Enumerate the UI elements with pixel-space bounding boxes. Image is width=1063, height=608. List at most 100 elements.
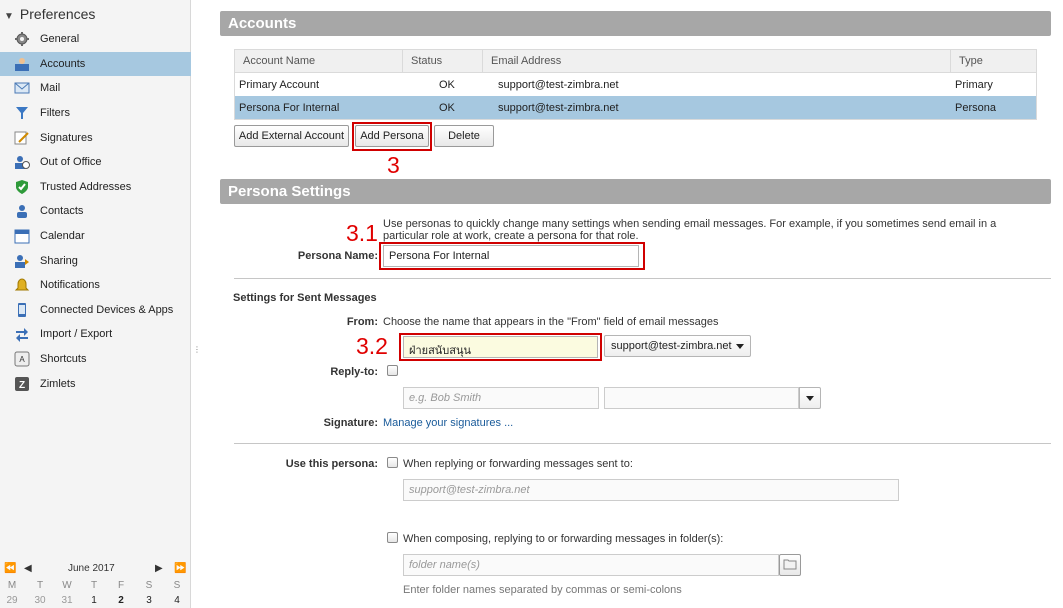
sidebar-item-shortcuts[interactable]: A Shortcuts xyxy=(0,347,191,372)
weekday-label: M xyxy=(7,580,17,591)
accounts-icon xyxy=(14,56,30,72)
sidebar-item-connected-devices[interactable]: Connected Devices & Apps xyxy=(0,298,191,323)
when-replying-text: When replying or forwarding messages sen… xyxy=(403,458,633,470)
calendar-day[interactable]: 31 xyxy=(57,595,77,606)
sidebar-item-accounts[interactable]: Accounts xyxy=(0,51,191,77)
calendar-day[interactable]: 1 xyxy=(84,595,104,606)
email-cell: support@test-zimbra.net xyxy=(498,78,619,91)
account-name-cell: Persona For Internal xyxy=(239,101,340,114)
add-external-account-button[interactable]: Add External Account xyxy=(234,125,349,147)
from-name-input[interactable]: ฝ่ายสนับสนุน xyxy=(403,336,598,358)
sidebar-item-calendar[interactable]: Calendar xyxy=(0,224,191,249)
mail-icon xyxy=(14,80,30,96)
reply-to-label: Reply-to: xyxy=(330,366,378,378)
sidebar-item-label: Signatures xyxy=(40,131,93,144)
folder-icon xyxy=(783,558,797,573)
annotation-step-3-2: 3.2 xyxy=(356,333,388,359)
annotation-step-3-1: 3.1 xyxy=(346,220,378,246)
svg-text:Z: Z xyxy=(19,380,25,391)
folder-names-input[interactable]: folder name(s) xyxy=(403,554,779,576)
calendar-day-today[interactable]: 2 xyxy=(111,595,131,606)
from-description: Choose the name that appears in the "Fro… xyxy=(383,316,719,328)
zimlet-icon: Z xyxy=(14,376,30,392)
when-composing-text: When composing, replying to or forwardin… xyxy=(403,533,724,545)
persona-settings-header: Persona Settings xyxy=(220,179,1051,204)
sent-messages-heading: Settings for Sent Messages xyxy=(233,292,377,304)
use-persona-label: Use this persona: xyxy=(285,458,378,470)
sidebar-item-import-export[interactable]: Import / Export xyxy=(0,322,191,347)
annotation-step-3: 3 xyxy=(387,152,400,178)
table-row-selected[interactable]: Persona For Internal OK support@test-zim… xyxy=(235,96,1036,119)
import-export-icon xyxy=(14,326,30,343)
column-header-email[interactable]: Email Address xyxy=(483,50,951,72)
filter-icon xyxy=(14,105,30,121)
accounts-section-header: Accounts xyxy=(220,11,1051,36)
calendar-icon xyxy=(14,228,30,244)
persona-name-input[interactable]: Persona For Internal xyxy=(383,245,639,267)
next-year-icon[interactable]: ⏩ xyxy=(174,563,186,574)
sidebar-item-zimlets[interactable]: Z Zimlets xyxy=(0,371,191,396)
prev-month-icon[interactable]: ◀ xyxy=(24,563,32,574)
persona-name-label: Persona Name: xyxy=(297,250,378,262)
column-header-account-name[interactable]: Account Name xyxy=(235,50,403,72)
from-address-select[interactable]: support@test-zimbra.net xyxy=(604,335,751,357)
sidebar-item-general[interactable]: General xyxy=(0,27,191,52)
sidebar-item-contacts[interactable]: Contacts xyxy=(0,199,191,224)
chevron-down-icon xyxy=(736,344,744,349)
sidebar-item-label: Mail xyxy=(40,82,61,95)
reply-to-address-input[interactable] xyxy=(604,387,799,409)
svg-text:A: A xyxy=(19,355,25,364)
signature-label: Signature: xyxy=(323,417,378,429)
sidebar-item-out-of-office[interactable]: Out of Office xyxy=(0,150,191,175)
out-of-office-icon xyxy=(14,154,30,170)
status-cell: OK xyxy=(439,101,455,114)
replying-address-input[interactable]: support@test-zimbra.net xyxy=(403,479,899,501)
calendar-day[interactable]: 4 xyxy=(167,595,187,606)
folder-browse-button[interactable] xyxy=(779,554,801,576)
sidebar-item-label: Accounts xyxy=(40,57,86,70)
sidebar-item-sharing[interactable]: Sharing xyxy=(0,248,191,273)
signature-icon xyxy=(14,130,30,146)
next-month-icon[interactable]: ▶ xyxy=(155,563,163,574)
weekday-label: F xyxy=(117,580,125,591)
delete-button[interactable]: Delete xyxy=(434,125,494,147)
calendar-day[interactable]: 3 xyxy=(139,595,159,606)
sidebar-item-mail[interactable]: Mail xyxy=(0,76,191,101)
add-persona-button[interactable]: Add Persona xyxy=(355,125,429,147)
mini-calendar: ⏪ ◀ June 2017 ▶ ⏩ M T W T F S S 29 30 31… xyxy=(0,560,191,608)
manage-signatures-link[interactable]: Manage your signatures ... xyxy=(383,417,513,429)
reply-to-name-input[interactable]: e.g. Bob Smith xyxy=(403,387,599,409)
calendar-day[interactable]: 30 xyxy=(30,595,50,606)
from-label: From: xyxy=(346,316,378,328)
sidebar-item-signatures[interactable]: Signatures xyxy=(0,125,191,150)
folder-hint-text: Enter folder names separated by commas o… xyxy=(403,584,682,596)
sidebar-item-label: General xyxy=(40,33,80,46)
sidebar-item-label: Connected Devices & Apps xyxy=(40,303,174,316)
collapse-triangle-icon[interactable]: ▼ xyxy=(4,11,14,22)
sidebar-item-label: Out of Office xyxy=(40,156,102,169)
when-composing-checkbox[interactable] xyxy=(387,532,398,543)
sidebar-item-label: Sharing xyxy=(40,254,78,267)
shield-check-icon xyxy=(14,179,30,195)
calendar-month-label: June 2017 xyxy=(68,563,115,574)
when-replying-checkbox[interactable] xyxy=(387,457,398,468)
device-icon xyxy=(14,302,30,318)
column-header-type[interactable]: Type xyxy=(951,50,1036,72)
sidebar-item-notifications[interactable]: Notifications xyxy=(0,273,191,298)
sidebar-item-trusted-addresses[interactable]: Trusted Addresses xyxy=(0,175,191,200)
table-row[interactable]: Primary Account OK support@test-zimbra.n… xyxy=(235,73,1036,96)
weekday-label: S xyxy=(173,580,181,591)
persona-intro-text: Use personas to quickly change many sett… xyxy=(383,218,997,242)
status-cell: OK xyxy=(439,78,455,91)
chevron-down-icon xyxy=(806,396,814,401)
preferences-title: Preferences xyxy=(19,6,96,22)
weekday-label: W xyxy=(62,580,72,591)
reply-to-checkbox[interactable] xyxy=(387,365,398,376)
sidebar-item-filters[interactable]: Filters xyxy=(0,101,191,126)
column-header-status[interactable]: Status xyxy=(403,50,483,72)
preferences-header[interactable]: ▼ Preferences xyxy=(4,6,95,22)
reply-to-dropdown[interactable] xyxy=(799,387,821,409)
prev-year-icon[interactable]: ⏪ xyxy=(4,563,16,574)
sidebar-item-label: Trusted Addresses xyxy=(40,180,132,193)
calendar-day[interactable]: 29 xyxy=(2,595,22,606)
